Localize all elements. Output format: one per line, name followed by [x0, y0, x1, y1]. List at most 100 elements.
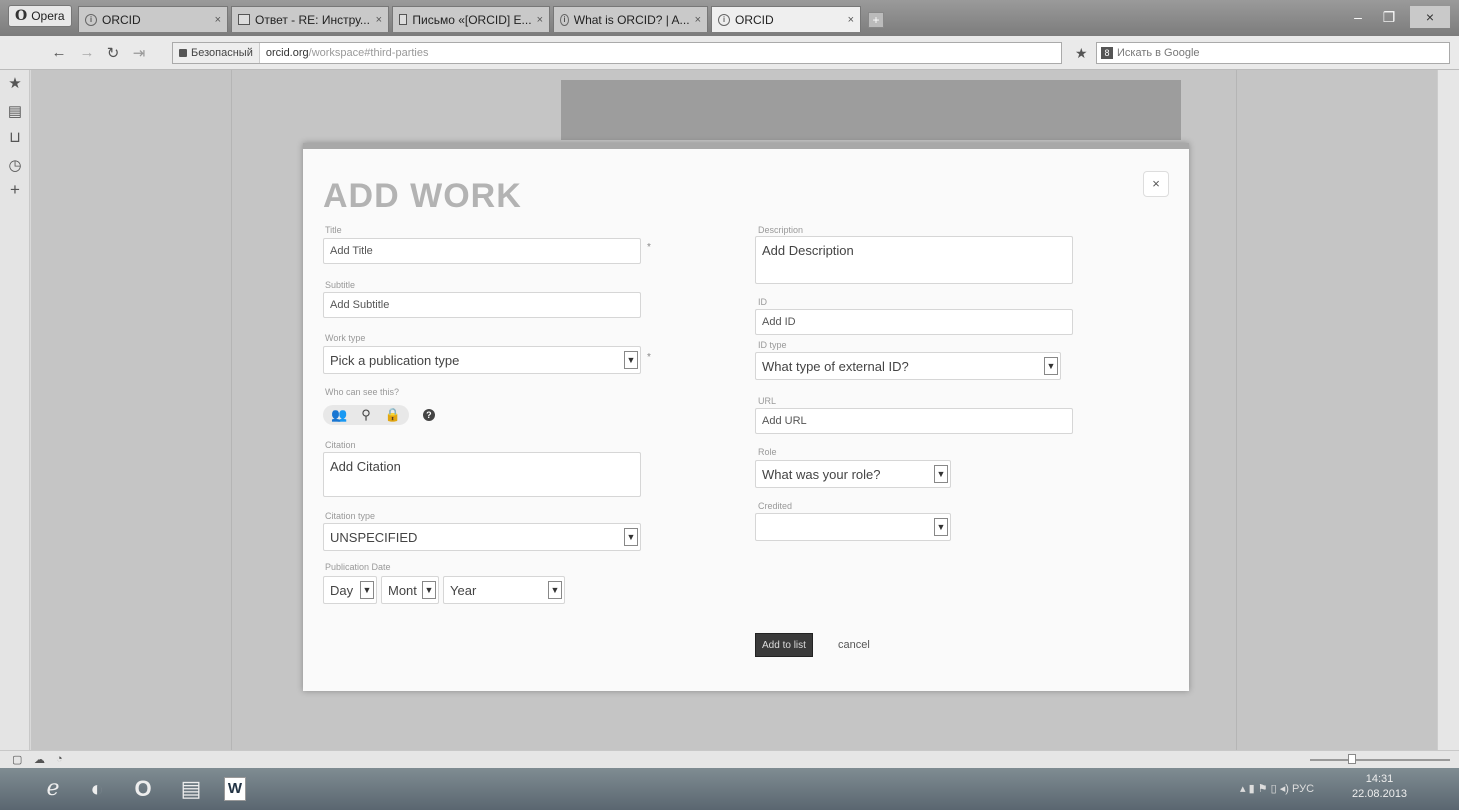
volume-icon[interactable]: ◂)	[1280, 783, 1289, 795]
window-close-button[interactable]: ×	[1410, 6, 1450, 28]
chevron-down-icon: ▼	[422, 581, 436, 599]
subtitle-input[interactable]: Add Subtitle	[323, 292, 641, 318]
description-textarea[interactable]: Add Description	[755, 236, 1073, 284]
orcid-favicon-icon: i	[718, 13, 730, 26]
tab-close-icon[interactable]: ×	[695, 14, 701, 26]
tab-orcid-active[interactable]: i ORCID ×	[711, 6, 861, 32]
url-label: URL	[758, 396, 777, 406]
notes-icon[interactable]: ▤	[7, 102, 23, 120]
security-badge[interactable]: Безопасный	[173, 43, 260, 63]
trusted-parties-icon[interactable]: ⚲	[361, 407, 371, 423]
add-to-list-button[interactable]: Add to list	[755, 633, 813, 657]
add-panel-icon[interactable]: +	[7, 180, 23, 200]
tab-close-icon[interactable]: ×	[215, 14, 221, 26]
signal-icon[interactable]: ▮	[1249, 783, 1255, 795]
tab-title: What is ORCID? | A...	[573, 12, 690, 27]
back-icon[interactable]: ←	[50, 44, 68, 61]
cancel-link[interactable]: cancel	[838, 639, 870, 651]
word-icon[interactable]: W	[224, 777, 246, 801]
tab-title: ORCID	[735, 12, 774, 27]
day-select[interactable]: Day ▼	[323, 576, 377, 604]
bookmark-star-icon[interactable]: ★	[1075, 45, 1088, 62]
security-label: Безопасный	[191, 47, 253, 59]
orcid-favicon-icon: i	[85, 13, 97, 26]
citation-textarea[interactable]: Add Citation	[323, 452, 641, 497]
id-input[interactable]: Add ID	[755, 309, 1073, 335]
tab-title: Письмо «[ORCID] E...	[412, 12, 532, 27]
clock-date: 22.08.2013	[1352, 788, 1408, 800]
mail-favicon-icon	[238, 14, 250, 25]
battery-icon[interactable]: ▯	[1271, 783, 1277, 795]
forward-icon[interactable]: →	[78, 44, 96, 61]
work-type-value: Pick a publication type	[330, 352, 460, 368]
clock[interactable]: 14:31 22.08.2013	[1352, 772, 1407, 802]
tab-close-icon[interactable]: ×	[848, 14, 854, 26]
tab-orcid-1[interactable]: i ORCID ×	[78, 6, 228, 32]
page-header-dimmed	[561, 80, 1181, 140]
citation-type-value: UNSPECIFIED	[330, 529, 418, 545]
search-field[interactable]: 8 Искать в Google	[1096, 42, 1450, 64]
url-path: /workspace#third-parties	[308, 47, 429, 59]
chevron-down-icon: ▼	[360, 581, 374, 599]
opera-taskbar-icon[interactable]: O	[128, 774, 158, 804]
yandex-browser-icon[interactable]: ◐	[82, 774, 112, 804]
work-type-label: Work type	[325, 333, 366, 343]
vertical-scrollbar[interactable]	[1437, 70, 1459, 750]
work-type-select[interactable]: Pick a publication type ▼	[323, 346, 641, 374]
opera-menu-button[interactable]: O Opera	[8, 5, 72, 27]
tab-close-icon[interactable]: ×	[376, 14, 382, 26]
lock-icon	[179, 49, 187, 57]
tray-arrow-icon[interactable]: ▴	[1240, 783, 1246, 795]
url-field[interactable]: Безопасный orcid.org /workspace#third-pa…	[172, 42, 1062, 64]
speed-dial-icon[interactable]: ◔	[56, 753, 63, 765]
help-icon[interactable]: ?	[422, 409, 435, 421]
role-value: What was your role?	[762, 466, 881, 482]
title-label: Title	[325, 225, 342, 235]
month-select[interactable]: Mont ▼	[381, 576, 439, 604]
minimize-button[interactable]: –	[1344, 6, 1372, 28]
zoom-slider-handle[interactable]	[1348, 754, 1356, 764]
bookmarks-icon[interactable]: ⊔	[7, 128, 23, 146]
file-explorer-icon[interactable]: ▤	[176, 774, 206, 804]
page-divider	[231, 70, 232, 750]
search-engine-icon[interactable]: 8	[1101, 47, 1113, 59]
required-mark: *	[647, 242, 651, 253]
fast-forward-icon[interactable]: ⇥	[130, 44, 148, 62]
address-bar: ← → ↻ ⇥ Безопасный orcid.org /workspace#…	[0, 36, 1459, 70]
tab-what-is-orcid[interactable]: i What is ORCID? | A... ×	[553, 6, 708, 32]
new-tab-button[interactable]: +	[868, 12, 884, 28]
title-input[interactable]: Add Title	[323, 238, 641, 264]
cloud-icon[interactable]: ☁	[34, 753, 45, 766]
chevron-down-icon: ▼	[1044, 357, 1058, 375]
role-select[interactable]: What was your role? ▼	[755, 460, 951, 488]
description-label: Description	[758, 225, 804, 235]
everyone-icon[interactable]: 👥	[331, 407, 347, 423]
url-input[interactable]: Add URL	[755, 408, 1073, 434]
credited-select[interactable]: ▼	[755, 513, 951, 541]
private-lock-icon[interactable]: 🔒	[385, 407, 401, 423]
panel-toggle-icon[interactable]: ▢	[12, 753, 22, 766]
language-indicator[interactable]: РУС	[1292, 783, 1314, 795]
visibility-toggle: 👥 ⚲ 🔒 ?	[323, 405, 435, 425]
tab-title: ORCID	[102, 12, 141, 27]
day-value: Day	[330, 582, 354, 598]
id-type-select[interactable]: What type of external ID? ▼	[755, 352, 1061, 380]
modal-close-button[interactable]: ×	[1143, 171, 1169, 197]
star-icon[interactable]: ★	[7, 74, 23, 92]
clock-time: 14:31	[1365, 773, 1394, 785]
restore-button[interactable]: ❐	[1375, 6, 1403, 28]
flag-icon[interactable]: ⚑	[1258, 783, 1268, 795]
status-bar: ▢ ☁ ◔	[0, 750, 1459, 768]
page-divider	[1236, 70, 1237, 750]
citation-type-select[interactable]: UNSPECIFIED ▼	[323, 523, 641, 551]
search-placeholder: Искать в Google	[1117, 47, 1200, 59]
internet-explorer-icon[interactable]: e	[38, 774, 68, 804]
year-select[interactable]: Year ▼	[443, 576, 565, 604]
tab-letter[interactable]: Письмо «[ORCID] E... ×	[392, 6, 550, 32]
tab-reply[interactable]: Ответ - RE: Инстру... ×	[231, 6, 389, 32]
tab-bar: O Opera i ORCID × Ответ - RE: Инстру... …	[0, 0, 1459, 36]
reload-icon[interactable]: ↻	[104, 44, 122, 62]
zoom-slider[interactable]	[1310, 759, 1450, 761]
history-icon[interactable]: ◷	[7, 156, 23, 174]
tab-close-icon[interactable]: ×	[537, 14, 543, 26]
